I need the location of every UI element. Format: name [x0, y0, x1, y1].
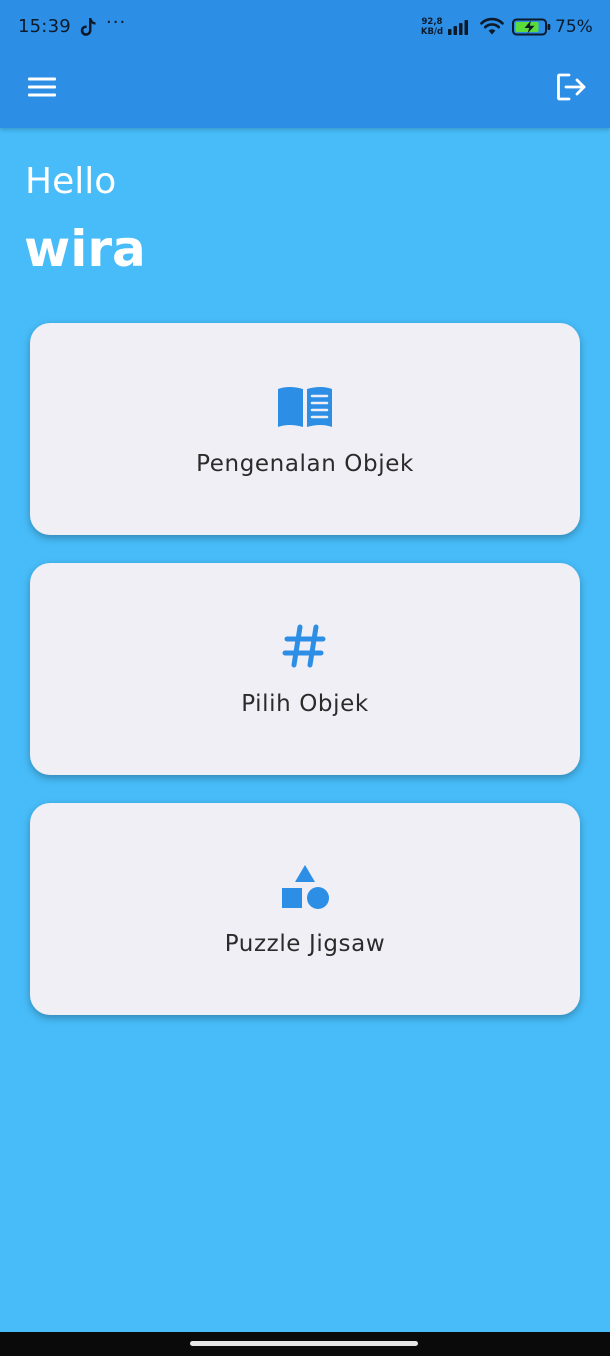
signal-icon — [448, 20, 468, 35]
menu-button[interactable] — [24, 72, 60, 102]
card-label: Pilih Objek — [241, 691, 369, 717]
battery-charging-icon — [512, 18, 551, 36]
pengenalan-objek-card[interactable]: Pengenalan Objek — [30, 323, 580, 535]
network-speed-value: 92,8 — [421, 17, 443, 27]
book-icon — [278, 387, 332, 427]
network-speed: 92,8 KB/d — [418, 17, 446, 37]
shapes-icon — [282, 865, 329, 909]
wifi-icon — [480, 17, 504, 35]
card-label: Puzzle Jigsaw — [224, 931, 386, 957]
status-bar: 15:39 ··· 92,8 KB/d 75% — [0, 0, 610, 58]
hamburger-menu-icon — [28, 77, 56, 97]
app-bar: 15:39 ··· 92,8 KB/d 75% — [0, 0, 610, 128]
logout-button[interactable] — [552, 68, 592, 106]
home-indicator[interactable] — [190, 1341, 418, 1346]
network-speed-unit: KB/d — [420, 27, 444, 37]
status-time: 15:39 — [18, 16, 71, 37]
pilih-objek-card[interactable]: Pilih Objek — [30, 563, 580, 775]
hash-icon — [282, 624, 326, 668]
tiktok-notification-icon — [80, 18, 96, 36]
username-text: wira — [24, 220, 146, 278]
puzzle-jigsaw-card[interactable]: Puzzle Jigsaw — [30, 803, 580, 1015]
battery-percent: 75% — [555, 17, 593, 37]
card-label: Pengenalan Objek — [196, 451, 414, 477]
system-navigation-bar — [0, 1332, 610, 1356]
logout-icon — [557, 73, 586, 101]
greeting-text: Hello — [25, 161, 117, 202]
more-notifications-indicator: ··· — [106, 12, 127, 33]
